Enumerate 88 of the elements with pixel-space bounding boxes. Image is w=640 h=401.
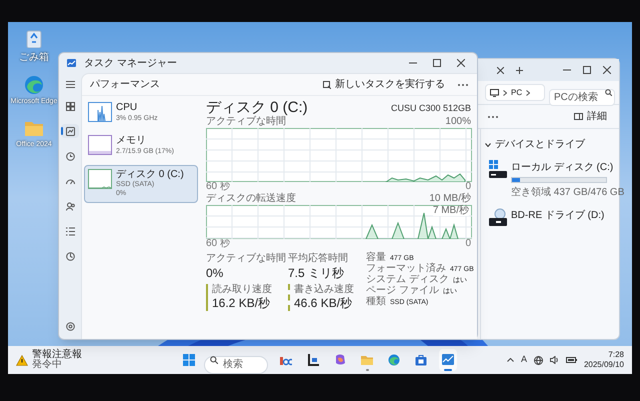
globe-icon[interactable] bbox=[534, 356, 543, 364]
graph-inner-label: 7 MB/秒 bbox=[432, 206, 469, 216]
snipping-tool-icon bbox=[307, 354, 319, 366]
search-field[interactable]: PCの検索 bbox=[549, 89, 615, 106]
address-text: PC bbox=[511, 86, 522, 98]
maximize-icon[interactable] bbox=[433, 59, 441, 67]
chevron-up-icon[interactable] bbox=[506, 358, 514, 362]
search-box[interactable]: 検索 bbox=[204, 356, 268, 374]
disc-drive-icon bbox=[489, 208, 507, 226]
clock[interactable]: 7:28 2025/09/10 bbox=[584, 350, 624, 370]
widgets-icon bbox=[280, 354, 292, 366]
copilot-icon bbox=[334, 354, 346, 366]
stat-label: 平均応答時間 bbox=[288, 253, 349, 266]
stat-value: 0% bbox=[206, 266, 224, 280]
performance-graph-icon bbox=[442, 354, 454, 366]
menu-icon[interactable] bbox=[66, 81, 74, 88]
stat-label: 読み取り速度 bbox=[212, 284, 273, 296]
group-header: デバイスとドライブ bbox=[495, 138, 585, 152]
alert-title[interactable]: 警報注意報 bbox=[32, 350, 82, 360]
window-title: タスク マネージャー bbox=[84, 56, 177, 70]
task-manager-app-icon bbox=[67, 59, 76, 67]
drive-name[interactable]: BD-RE ドライブ (D:) bbox=[511, 208, 604, 223]
chevron-down-icon[interactable] bbox=[485, 142, 491, 146]
history-icon bbox=[66, 152, 74, 160]
speaker-icon[interactable] bbox=[550, 356, 559, 364]
stat-label: 書き込み速度 bbox=[294, 284, 355, 296]
device-name: ディスク 0 (C:) bbox=[116, 168, 184, 180]
chevron-right-icon bbox=[503, 90, 507, 96]
clock-date: 2025/09/10 bbox=[584, 360, 624, 370]
free-space-text: 空き領域 437 GB/476 GB bbox=[511, 186, 624, 200]
graph-max-label: 100% bbox=[445, 117, 471, 127]
new-task-icon bbox=[323, 80, 331, 88]
start-icon[interactable] bbox=[183, 354, 195, 366]
disk-graph-thumbnail bbox=[88, 168, 112, 188]
battery-icon[interactable] bbox=[566, 357, 577, 363]
address-bar[interactable]: PC bbox=[485, 84, 545, 101]
close-icon[interactable] bbox=[603, 66, 611, 74]
speedometer-icon bbox=[66, 176, 74, 186]
performance-icon bbox=[66, 126, 74, 136]
windows-drive-icon bbox=[489, 160, 507, 178]
more-button[interactable] bbox=[487, 114, 499, 118]
graph-label: ディスクの転送速度 bbox=[206, 194, 296, 204]
details-button[interactable]: 詳細 bbox=[570, 108, 611, 125]
users-icon bbox=[66, 202, 74, 210]
clock-time: 7:28 bbox=[608, 350, 624, 360]
list-icon bbox=[66, 226, 74, 236]
property-label: フォーマット済み bbox=[366, 264, 446, 274]
axis-label: 0 bbox=[465, 182, 471, 192]
alert-subtitle: 発令中 bbox=[32, 360, 63, 370]
recycle-bin-icon[interactable] bbox=[24, 28, 44, 48]
monitor-icon bbox=[490, 88, 499, 96]
drive-name[interactable]: ローカル ディスク (C:) bbox=[511, 160, 624, 175]
input-mode-indicator[interactable]: A bbox=[520, 353, 527, 367]
property-label: システム ディスク bbox=[366, 275, 449, 285]
disk-model: CUSU C300 512GB bbox=[390, 102, 471, 114]
device-name: メモリ bbox=[116, 135, 147, 148]
new-tab-icon[interactable] bbox=[516, 66, 523, 74]
warning-icon[interactable] bbox=[16, 354, 28, 366]
memory-graph-thumbnail bbox=[88, 135, 112, 156]
stat-value: 7.5 ミリ秒 bbox=[288, 266, 346, 280]
search-icon bbox=[605, 89, 612, 96]
folder-icon bbox=[361, 354, 373, 366]
device-name: CPU bbox=[116, 102, 138, 114]
graph-label: アクティブな時間 bbox=[206, 117, 286, 127]
property-label: 種類 bbox=[366, 297, 386, 307]
details-pane-icon bbox=[574, 113, 583, 120]
cpu-graph-thumbnail bbox=[88, 102, 112, 122]
section-title: パフォーマンス bbox=[90, 78, 160, 92]
property-label: ページ ファイル bbox=[366, 286, 439, 296]
shopping-bag-icon bbox=[415, 354, 427, 366]
search-icon bbox=[210, 356, 218, 364]
stat-value: 16.2 KB/秒 bbox=[212, 296, 272, 311]
disk-heading: ディスク 0 (C:) bbox=[206, 100, 308, 115]
more-button[interactable] bbox=[457, 82, 469, 86]
tab-close-icon[interactable] bbox=[497, 66, 504, 74]
browser-swirl-icon bbox=[388, 354, 400, 366]
stat-value: 46.6 KB/秒 bbox=[294, 296, 354, 311]
chevron-right-icon[interactable] bbox=[526, 90, 530, 96]
run-new-task-button[interactable]: 新しいタスクを実行する bbox=[319, 77, 449, 92]
axis-label: 0 bbox=[465, 239, 471, 249]
close-icon[interactable] bbox=[457, 59, 465, 67]
maximize-icon[interactable] bbox=[583, 66, 591, 74]
grid-icon bbox=[66, 102, 74, 110]
stat-label: アクティブな時間 bbox=[206, 253, 287, 266]
settings-icon[interactable] bbox=[66, 322, 74, 331]
property-label: 容量 bbox=[366, 253, 386, 263]
graph-max-label: 10 MB/秒 bbox=[429, 194, 471, 204]
nav-item[interactable] bbox=[61, 124, 79, 138]
